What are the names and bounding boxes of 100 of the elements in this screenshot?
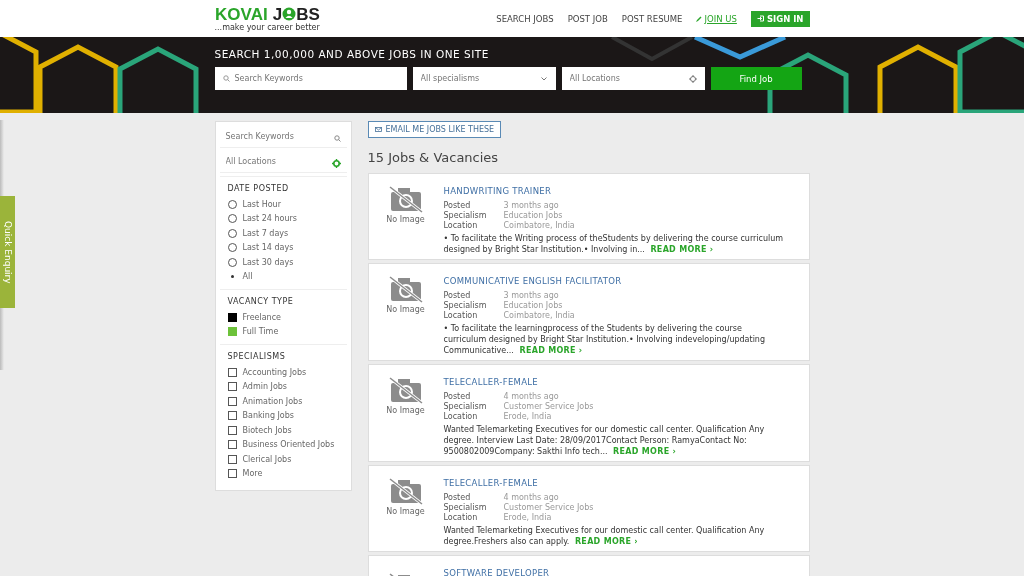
no-image-label: No Image [386,506,425,516]
option-label: Business Oriented Jobs [242,440,335,450]
field-label: Location [443,221,479,230]
date-radio-option[interactable]: Last 30 days [227,255,339,270]
specialism-dropdown[interactable]: All specialisms [412,67,556,90]
option-label: Clerical Jobs [242,454,292,464]
nav-link[interactable]: SEARCH JOBS [496,13,554,24]
join-us-link[interactable]: JOIN US [696,13,737,24]
field-label: Location [443,412,479,421]
date-radio-option[interactable]: Last 7 days [227,226,339,241]
option-label: Animation Jobs [242,396,303,406]
checkbox[interactable] [227,425,237,435]
read-more-link[interactable]: READ MORE › [613,447,677,456]
option-label: Freelance [242,312,281,322]
location-field[interactable]: All Locations [561,67,705,90]
crosshair-icon [688,74,697,83]
field-value: Erode, India [503,412,553,421]
job-description: Wanted Telemarketing Executives for our domestic call center. Qualification Any degree. Interview Last Date: 28/09/2017Contact Person: RamyaContact No: 9500802009Company: Sakthi Info tech... READ MORE › [443,424,766,457]
option-label: Banking Jobs [242,411,294,421]
field-value: Coimbatore, India [503,221,576,230]
checkbox[interactable] [227,411,237,421]
job-title-link[interactable]: TELECALLER-FEMALE [443,478,538,488]
field-value: Coimbatore, India [503,311,576,320]
field-label: Specialism [443,503,488,512]
envelope-icon [374,127,382,132]
option-label: Accounting Jobs [242,367,307,377]
no-camera-icon [387,375,424,404]
option-label: Last 7 days [242,228,289,238]
job-title-link[interactable]: SOFTWARE DEVELOPER [443,568,550,576]
option-label: More [242,469,263,479]
specialism-checkbox-option[interactable]: Banking Jobs [227,408,339,423]
field-value: 3 months ago [503,201,560,210]
checkbox[interactable] [227,440,237,450]
search-icon [222,75,230,82]
field-label: Location [443,311,479,320]
no-camera-icon [387,184,424,213]
job-description: • To facilitate the learningprocess of the Students by delivering the course curriculum designed by Bright Star Institution.• Involving indeveloping/updating Communicative... READ MORE › [443,323,766,356]
nav-link[interactable]: POST JOB [567,13,608,24]
field-value: Customer Service Jobs [503,503,595,512]
specialism-checkbox-option[interactable]: Admin Jobs [227,379,339,394]
option-label: Biotech Jobs [242,425,292,435]
option-label: Last 24 hours [242,214,297,224]
checkbox[interactable] [227,396,237,406]
specialism-checkbox-option[interactable]: Business Oriented Jobs [227,437,339,452]
field-label: Posted [443,493,472,502]
no-camera-icon [387,476,424,505]
date-radio-option[interactable]: Last 24 hours [227,211,339,226]
logo-tagline: ...make your career better [214,23,320,32]
specialism-checkbox-option[interactable]: Accounting Jobs [227,365,339,380]
date-radio-option[interactable]: Last Hour [227,197,339,212]
vacancy-type-option[interactable]: Full Time [227,324,339,339]
field-label: Posted [443,201,472,210]
logo-person-pin-icon [282,7,297,21]
logo-text: BS [296,5,320,23]
job-title-link[interactable]: HANDWRITING TRAINER [443,186,552,196]
section-heading: VACANCY TYPE [227,297,295,306]
banner-headline: SEARCH 1,00,000 AND ABOVE JOBS IN ONE SITE [214,48,490,60]
checkbox[interactable] [227,382,237,392]
job-title-link[interactable]: COMMUNICATIVE ENGLISH FACILITATOR [443,276,622,286]
field-value: 3 months ago [503,291,560,300]
email-alert-button[interactable]: EMAIL ME JOBS LIKE THESE [367,121,502,138]
specialism-checkbox-option[interactable]: Animation Jobs [227,394,339,409]
find-job-button[interactable]: Find Job [710,67,802,90]
no-image-label: No Image [386,304,425,314]
checkbox[interactable] [227,367,237,377]
field-label: Posted [443,392,472,401]
field-value: Erode, India [503,513,553,522]
vacancy-type-option[interactable]: Freelance [227,310,339,325]
nav-link[interactable]: POST RESUME [621,13,683,24]
option-label: Last Hour [242,199,281,209]
search-icon [333,135,341,142]
option-label: Admin Jobs [242,382,288,392]
field-value: Customer Service Jobs [503,402,595,411]
specialism-checkbox-option[interactable]: Biotech Jobs [227,423,339,438]
field-label: Specialism [443,211,488,220]
crosshair-icon [331,159,341,168]
results-heading: 15 Jobs & Vacancies [367,150,500,165]
no-image-label: No Image [386,214,425,224]
logo-text: KOVAI [215,5,268,23]
specialism-checkbox-option[interactable]: More [227,466,339,481]
field-label: Specialism [443,301,488,310]
chevron-down-icon [540,76,547,81]
date-radio-option[interactable]: Last 14 days [227,240,339,255]
no-camera-icon [387,274,424,303]
keywords-search-field[interactable]: Search Keywords [214,67,407,90]
checkbox[interactable] [227,454,237,464]
field-label: Posted [443,291,472,300]
field-value: 4 months ago [503,392,560,401]
option-label: Last 14 days [242,243,294,253]
specialism-checkbox-option[interactable]: Clerical Jobs [227,452,339,467]
job-description: • To facilitate the Writing process of theStudents by delivering the course curriculum designed by Bright Star Institution.• Involving in... READ MORE › [443,233,784,255]
checkbox[interactable] [227,469,237,479]
field-label: Location [443,513,479,522]
option-label: Full Time [242,327,279,337]
logo-text: J [272,5,283,23]
date-radio-option[interactable]: All [227,269,339,284]
pencil-icon [696,15,703,22]
field-label: Specialism [443,402,488,411]
sign-in-icon [756,15,764,22]
job-title-link[interactable]: TELECALLER-FEMALE [443,377,538,387]
